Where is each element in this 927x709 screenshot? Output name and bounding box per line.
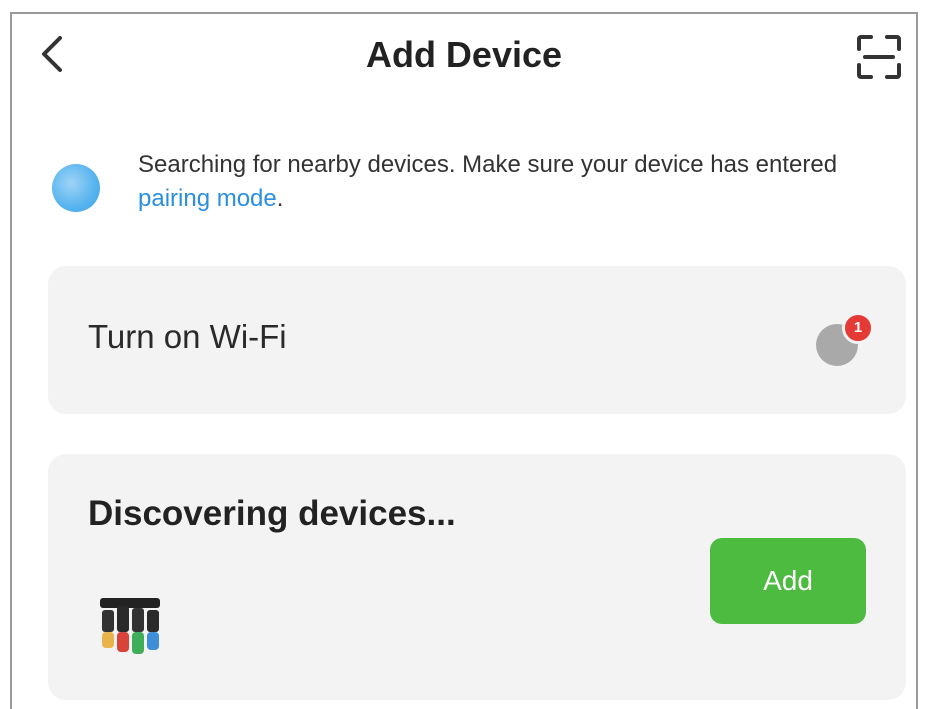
app-screen: Add Device Searching for nearby devices.… — [10, 12, 918, 709]
scan-frame-icon — [857, 35, 901, 79]
add-button[interactable]: Add — [710, 538, 866, 624]
notice-text-end: . — [276, 185, 284, 212]
wifi-status-icon[interactable]: 1 — [816, 312, 874, 368]
wifi-label: Turn on Wi-Fi — [88, 318, 287, 355]
notification-badge: 1 — [842, 312, 874, 344]
navigation-bar: Add Device — [12, 14, 916, 94]
pairing-notice: Searching for nearby devices. Make sure … — [52, 134, 882, 234]
discovering-label: Discovering devices... — [88, 494, 456, 533]
wifi-card[interactable]: Turn on Wi-Fi 1 — [48, 266, 906, 414]
notice-text: Searching for nearby devices. Make sure … — [138, 148, 878, 216]
notice-text-main: Searching for nearby devices. Make sure … — [138, 151, 838, 178]
scan-button[interactable] — [852, 30, 906, 84]
search-pulse-icon — [52, 164, 100, 212]
device-thumbnail-icon — [100, 598, 160, 654]
page-title: Add Device — [365, 34, 563, 75]
discovery-card: Discovering devices... Add — [48, 454, 906, 700]
pairing-mode-link[interactable]: pairing mode — [138, 185, 277, 212]
